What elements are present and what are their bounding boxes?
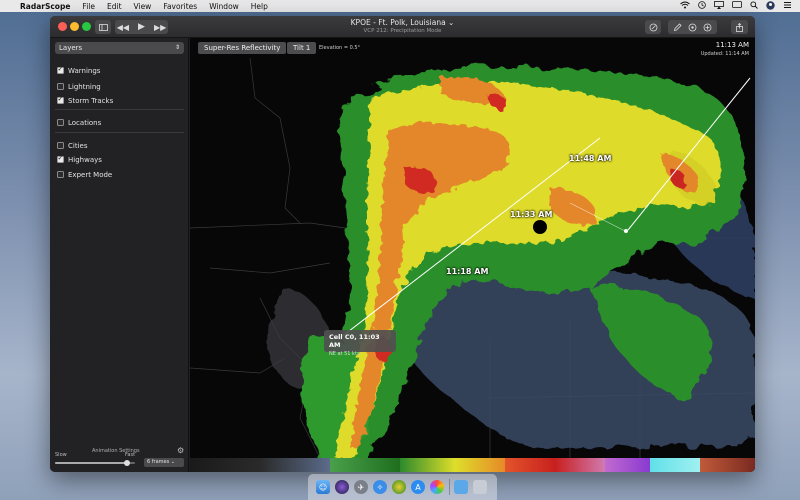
downloads-icon[interactable] bbox=[454, 480, 468, 494]
photos-icon[interactable] bbox=[430, 480, 444, 494]
divider bbox=[55, 132, 184, 133]
expert-mode-checkbox[interactable] bbox=[57, 171, 64, 178]
layer-label: Highways bbox=[68, 155, 102, 164]
layer-label: Lightning bbox=[68, 82, 101, 91]
sidebar-toggle-icon bbox=[98, 23, 108, 31]
vcp-mode: VCP 212: Precipitation Mode bbox=[363, 28, 442, 34]
cell-title: Cell C0, 11:03 AM bbox=[329, 333, 380, 349]
title-bar: ◀◀ ▶ ▶▶ KPOE - Ft. Polk, Louisiana ⌄ VCP… bbox=[50, 16, 755, 38]
lightning-checkbox[interactable] bbox=[57, 83, 64, 90]
rewind-icon[interactable]: ◀◀ bbox=[117, 23, 129, 32]
layer-label: Expert Mode bbox=[68, 170, 113, 179]
layer-label: Warnings bbox=[68, 66, 101, 75]
menu-help[interactable]: Help bbox=[251, 2, 268, 11]
map-tools bbox=[668, 20, 717, 34]
fast-forward-icon[interactable]: ▶▶ bbox=[154, 23, 166, 32]
wifi-icon[interactable] bbox=[680, 1, 690, 11]
pencil-icon[interactable] bbox=[673, 22, 682, 32]
launchpad-icon[interactable]: ✈ bbox=[354, 480, 368, 494]
elevation-label: Elevation = 0.5° bbox=[319, 45, 361, 51]
gear-icon[interactable]: ⚙ bbox=[177, 446, 184, 455]
trash-icon[interactable] bbox=[473, 480, 487, 494]
edit-button[interactable] bbox=[645, 20, 661, 34]
menu-edit[interactable]: Edit bbox=[107, 2, 122, 11]
menu-view[interactable]: View bbox=[134, 2, 152, 11]
plus-icon[interactable] bbox=[703, 23, 712, 32]
cell-motion: NE at 51 kts bbox=[329, 351, 360, 357]
layer-warnings[interactable]: Warnings bbox=[57, 65, 100, 76]
updated-time: Updated: 11:14 AM bbox=[700, 51, 749, 57]
storm-cell-marker[interactable] bbox=[533, 220, 547, 234]
slow-label: Slow bbox=[55, 452, 67, 458]
user-icon[interactable] bbox=[766, 0, 775, 12]
warnings-checkbox[interactable] bbox=[57, 65, 64, 74]
edit-icon bbox=[649, 23, 657, 31]
layers-sidebar: Layers ⇕ Warnings Lightning Storm Tracks… bbox=[50, 38, 189, 472]
reflectivity-color-scale bbox=[190, 458, 755, 472]
menu-bar: RadarScope File Edit View Favorites Wind… bbox=[0, 0, 800, 12]
play-icon[interactable]: ▶ bbox=[138, 22, 145, 32]
layers-dropdown-label: Layers bbox=[59, 44, 83, 52]
display-icon[interactable] bbox=[732, 1, 742, 11]
app-store-icon[interactable]: A bbox=[411, 480, 425, 494]
sidebar-toggle-button[interactable] bbox=[95, 20, 111, 34]
layer-locations[interactable]: Locations bbox=[57, 117, 101, 128]
track-time-label: 11:48 AM bbox=[569, 154, 612, 163]
playback-controls: ◀◀ ▶ ▶▶ bbox=[115, 20, 168, 34]
speed-slider[interactable] bbox=[55, 460, 135, 466]
speed-slider-handle[interactable] bbox=[124, 460, 130, 466]
layer-lightning[interactable]: Lightning bbox=[57, 81, 101, 92]
radarscope-icon[interactable] bbox=[392, 480, 406, 494]
layer-label: Storm Tracks bbox=[68, 96, 114, 105]
layer-highways[interactable]: Highways bbox=[57, 154, 102, 165]
frames-dropdown[interactable]: 6 frames ⌄ bbox=[144, 458, 184, 467]
dropdown-arrows-icon: ⇕ bbox=[174, 44, 180, 51]
storm-cell-callout[interactable]: Cell C0, 11:03 AM NE at 51 kts bbox=[324, 330, 396, 357]
search-icon[interactable] bbox=[750, 1, 758, 11]
finder-icon[interactable]: ☺ bbox=[316, 480, 330, 494]
scan-time: 11:13 AM bbox=[715, 41, 749, 49]
layer-label: Cities bbox=[68, 141, 88, 150]
dock-divider bbox=[449, 479, 450, 495]
storm-tracks-checkbox[interactable] bbox=[57, 95, 64, 104]
tilt-selector[interactable]: Tilt 1 bbox=[287, 42, 317, 54]
layer-storm-tracks[interactable]: Storm Tracks bbox=[57, 95, 113, 106]
divider bbox=[55, 109, 184, 110]
zoom-window-button[interactable] bbox=[82, 22, 91, 31]
siri-icon[interactable] bbox=[335, 480, 349, 494]
settings-icon[interactable] bbox=[688, 23, 697, 32]
track-time-label: 11:33 AM bbox=[510, 210, 553, 219]
locations-checkbox[interactable] bbox=[57, 119, 64, 126]
radar-imagery bbox=[190, 38, 755, 472]
layer-expert-mode[interactable]: Expert Mode bbox=[57, 169, 112, 180]
share-button[interactable] bbox=[731, 20, 748, 34]
highways-checkbox[interactable] bbox=[57, 154, 64, 163]
dock: ☺ ✈ ✧ A bbox=[308, 474, 497, 500]
fast-label: Fast bbox=[125, 452, 136, 458]
radar-site-title[interactable]: KPOE - Ft. Polk, Louisiana ⌄ bbox=[300, 18, 505, 27]
app-window: ◀◀ ▶ ▶▶ KPOE - Ft. Polk, Louisiana ⌄ VCP… bbox=[50, 16, 755, 472]
radar-map[interactable]: Super-Res Reflectivity Tilt 1 Elevation … bbox=[190, 38, 755, 472]
layer-cities[interactable]: Cities bbox=[57, 140, 87, 151]
track-time-label: 11:18 AM bbox=[446, 267, 489, 276]
cities-checkbox[interactable] bbox=[57, 142, 64, 149]
menu-app-name[interactable]: RadarScope bbox=[20, 2, 70, 11]
airplay-icon[interactable] bbox=[714, 1, 724, 11]
safari-icon[interactable]: ✧ bbox=[373, 480, 387, 494]
layers-dropdown[interactable]: Layers ⇕ bbox=[55, 42, 184, 54]
clock-icon[interactable] bbox=[698, 1, 706, 11]
minimize-window-button[interactable] bbox=[70, 22, 79, 31]
layer-label: Locations bbox=[68, 118, 102, 127]
status-area bbox=[680, 0, 792, 12]
share-icon bbox=[736, 22, 743, 32]
product-selector[interactable]: Super-Res Reflectivity bbox=[198, 42, 287, 54]
menu-icon[interactable] bbox=[783, 1, 792, 11]
menu-file[interactable]: File bbox=[82, 2, 95, 11]
menu-window[interactable]: Window bbox=[209, 2, 239, 11]
close-window-button[interactable] bbox=[58, 22, 67, 31]
menu-favorites[interactable]: Favorites bbox=[163, 2, 197, 11]
speed-slider-fill bbox=[55, 462, 127, 464]
